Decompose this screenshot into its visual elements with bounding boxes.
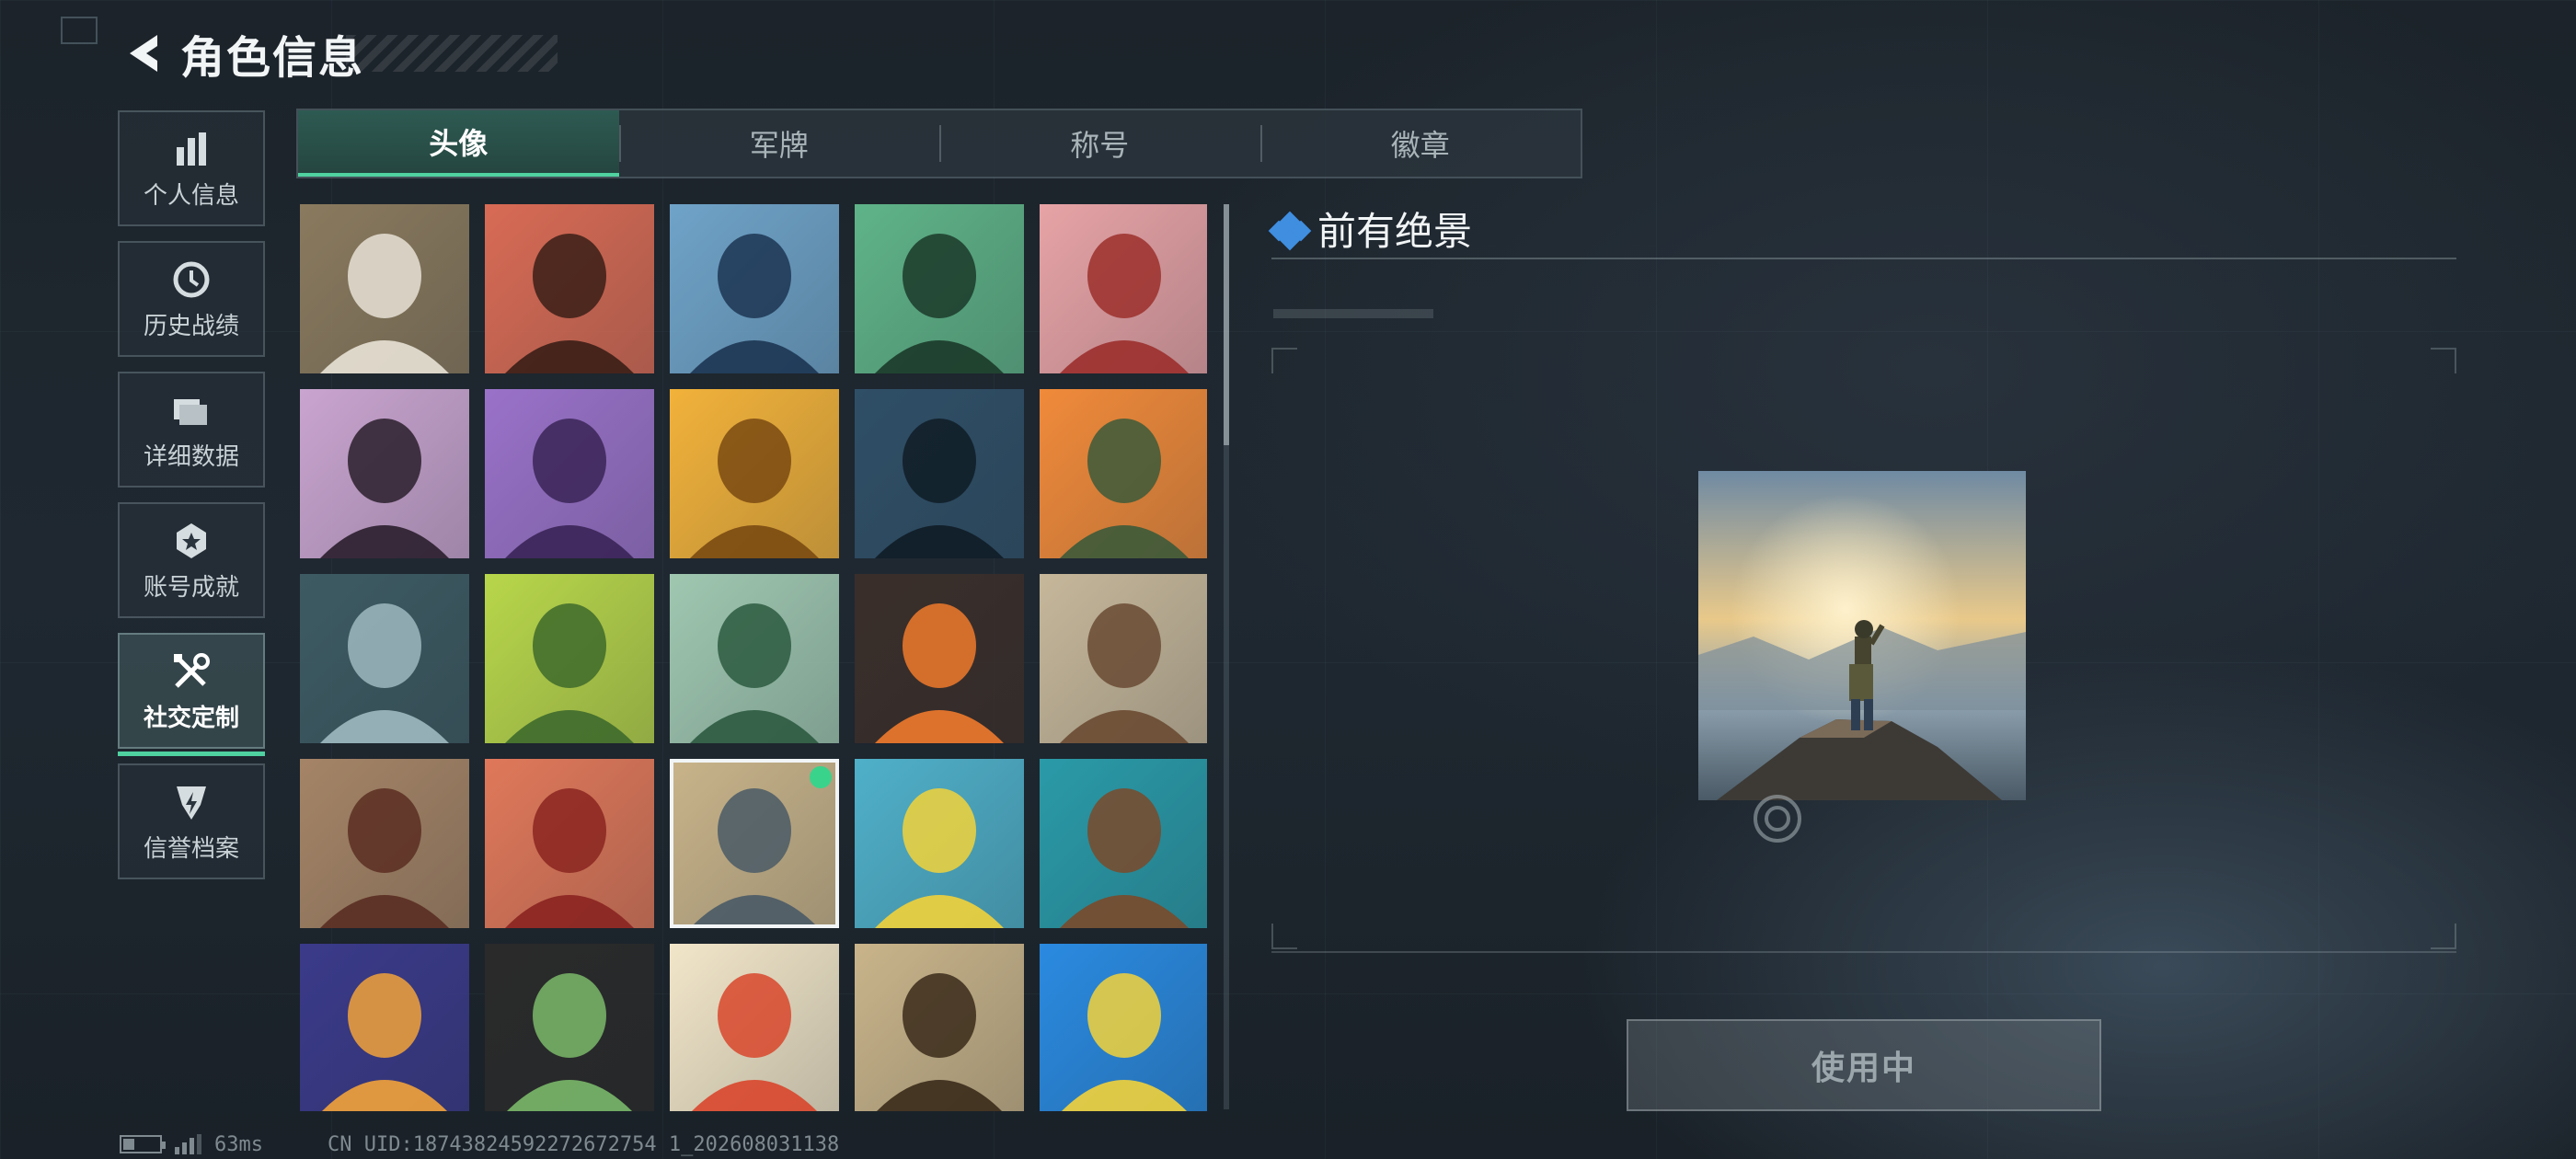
tab-avatar[interactable]: 头像 bbox=[298, 110, 619, 177]
divider bbox=[1271, 951, 2456, 953]
title-stripes-decoration bbox=[346, 35, 558, 72]
sidebar-item-label: 详细数据 bbox=[143, 442, 239, 471]
sidebar-item-credit-record[interactable]: 信誉档案 bbox=[118, 763, 265, 879]
avatar-tile-rusty-truck[interactable] bbox=[1040, 574, 1207, 743]
uid-text: CN UID:18743824592272672754 1_2026080311… bbox=[327, 1132, 840, 1156]
scrollbar-thumb[interactable] bbox=[1224, 204, 1229, 445]
avatar-tile-drone-operator[interactable] bbox=[1040, 389, 1207, 558]
avatar-tile-sniper-scope[interactable] bbox=[300, 574, 469, 743]
corner-decoration bbox=[61, 17, 98, 44]
tab-badge[interactable]: 徽章 bbox=[1259, 110, 1581, 177]
sidebar-item-social-custom[interactable]: 社交定制 bbox=[118, 633, 265, 756]
avatar-tile-pyramid-explorer[interactable] bbox=[855, 944, 1024, 1111]
avatar-grid bbox=[300, 204, 1207, 1111]
tab-dog-tag[interactable]: 军牌 bbox=[618, 110, 940, 177]
avatar-tile-kid-photo[interactable] bbox=[300, 204, 469, 373]
sidebar: 个人信息 历史战绩 详细数据 账号成就 社交定制 信誉档案 bbox=[118, 110, 265, 894]
avatar-tile-scales-emblem[interactable] bbox=[300, 759, 469, 928]
avatar-tile-red-hair-woman[interactable] bbox=[485, 759, 654, 928]
page-title: 角色信息 bbox=[180, 32, 365, 84]
avatar-tile-bearded-cap-soldier[interactable] bbox=[485, 204, 654, 373]
sidebar-item-detailed-data[interactable]: 详细数据 bbox=[118, 372, 265, 488]
status-bar: 63ms CN UID:18743824592272672754 1_20260… bbox=[120, 1131, 839, 1157]
tools-icon bbox=[169, 649, 213, 694]
avatar-tile-monkey-reading-book[interactable] bbox=[670, 944, 839, 1111]
in-use-button[interactable]: 使用中 bbox=[1627, 1019, 2101, 1111]
avatar-tile-exit-door[interactable] bbox=[485, 574, 654, 743]
diamond-marker-icon bbox=[1268, 211, 1312, 250]
detail-header: 前有绝景 bbox=[1268, 201, 1473, 257]
avatar-tile-night-vision-operator[interactable] bbox=[855, 389, 1024, 558]
divider bbox=[1271, 258, 2456, 259]
avatar-tile-colorful-triangle-emblem[interactable] bbox=[1040, 944, 1207, 1111]
avatar-tile-mountain-summit-soldier[interactable] bbox=[670, 759, 839, 928]
credit-shield-icon bbox=[169, 780, 213, 824]
battery-icon bbox=[120, 1135, 166, 1153]
avatar-tile-purple-bubblegum-girl[interactable] bbox=[485, 389, 654, 558]
page-header: 角色信息 bbox=[120, 26, 558, 84]
sidebar-item-personal-info[interactable]: 个人信息 bbox=[118, 110, 265, 226]
sidebar-item-match-history[interactable]: 历史战绩 bbox=[118, 241, 265, 357]
avatar-preview-image bbox=[1698, 471, 2026, 800]
sidebar-item-label: 信誉档案 bbox=[143, 834, 239, 863]
avatar-tile-rowboat-water[interactable] bbox=[1040, 759, 1207, 928]
sidebar-item-label: 历史战绩 bbox=[143, 312, 239, 340]
achievement-star-icon bbox=[169, 519, 213, 563]
history-clock-icon bbox=[169, 258, 213, 302]
target-ring-icon bbox=[1752, 793, 1803, 844]
avatar-tile-beware-alligator-sign[interactable] bbox=[855, 759, 1024, 928]
avatar-tile-festive-cartoon-critter[interactable] bbox=[300, 944, 469, 1111]
ping-readout: 63ms bbox=[214, 1132, 263, 1156]
avatar-tile-red-helmet-soldier[interactable] bbox=[1040, 204, 1207, 373]
avatar-tile-green-headset-soldier[interactable] bbox=[855, 204, 1024, 373]
bar-chart-icon bbox=[169, 127, 213, 171]
avatar-tile-golden-triangle-emblem[interactable] bbox=[670, 389, 839, 558]
in-use-indicator-dot bbox=[810, 766, 832, 788]
selected-avatar-name: 前有绝景 bbox=[1317, 209, 1473, 254]
sidebar-item-label: 账号成就 bbox=[143, 573, 239, 602]
sidebar-item-label: 社交定制 bbox=[143, 704, 239, 732]
avatar-tile-pilot-headset[interactable] bbox=[670, 204, 839, 373]
avatar-tile-goggles-rebel[interactable] bbox=[485, 944, 654, 1111]
signal-icon bbox=[175, 1134, 201, 1154]
tab-title[interactable]: 称号 bbox=[939, 110, 1260, 177]
customization-tabs: 头像 军牌 称号 徽章 bbox=[296, 109, 1582, 178]
faint-caption-bar bbox=[1273, 309, 1433, 318]
back-arrow-icon[interactable] bbox=[120, 28, 166, 79]
avatar-tile-white-hair-girl[interactable] bbox=[300, 389, 469, 558]
sidebar-item-achievements[interactable]: 账号成就 bbox=[118, 502, 265, 618]
folder-stack-icon bbox=[169, 388, 213, 432]
avatar-tile-orange-feather[interactable] bbox=[855, 574, 1024, 743]
sidebar-item-label: 个人信息 bbox=[143, 181, 239, 210]
avatar-tile-way-out-sign[interactable] bbox=[670, 574, 839, 743]
